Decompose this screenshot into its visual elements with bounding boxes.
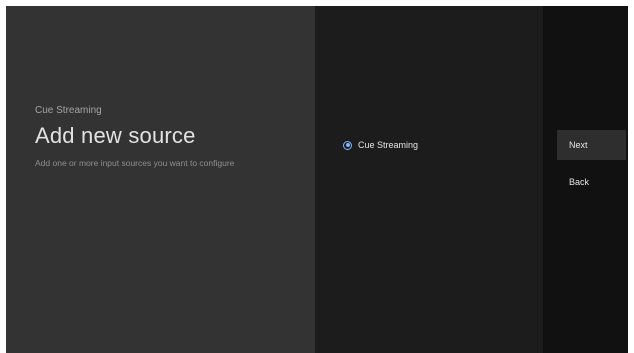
- radio-selected-icon: [343, 140, 352, 150]
- page-title: Add new source: [35, 123, 196, 148]
- actions-pane: Next Back: [543, 6, 628, 353]
- back-button[interactable]: Back: [557, 167, 626, 197]
- source-option-cue-streaming[interactable]: Cue Streaming: [343, 140, 418, 150]
- tv-setup-screen: Cue Streaming Add new source Add one or …: [6, 6, 628, 353]
- guidance-pane: Cue Streaming Add new source Add one or …: [6, 6, 315, 353]
- next-button[interactable]: Next: [557, 130, 626, 160]
- source-list-pane: Cue Streaming: [315, 6, 543, 353]
- radio-dot: [345, 143, 350, 147]
- page-description: Add one or more input sources you want t…: [35, 158, 235, 168]
- breadcrumb: Cue Streaming: [35, 105, 102, 116]
- source-option-label: Cue Streaming: [358, 140, 419, 150]
